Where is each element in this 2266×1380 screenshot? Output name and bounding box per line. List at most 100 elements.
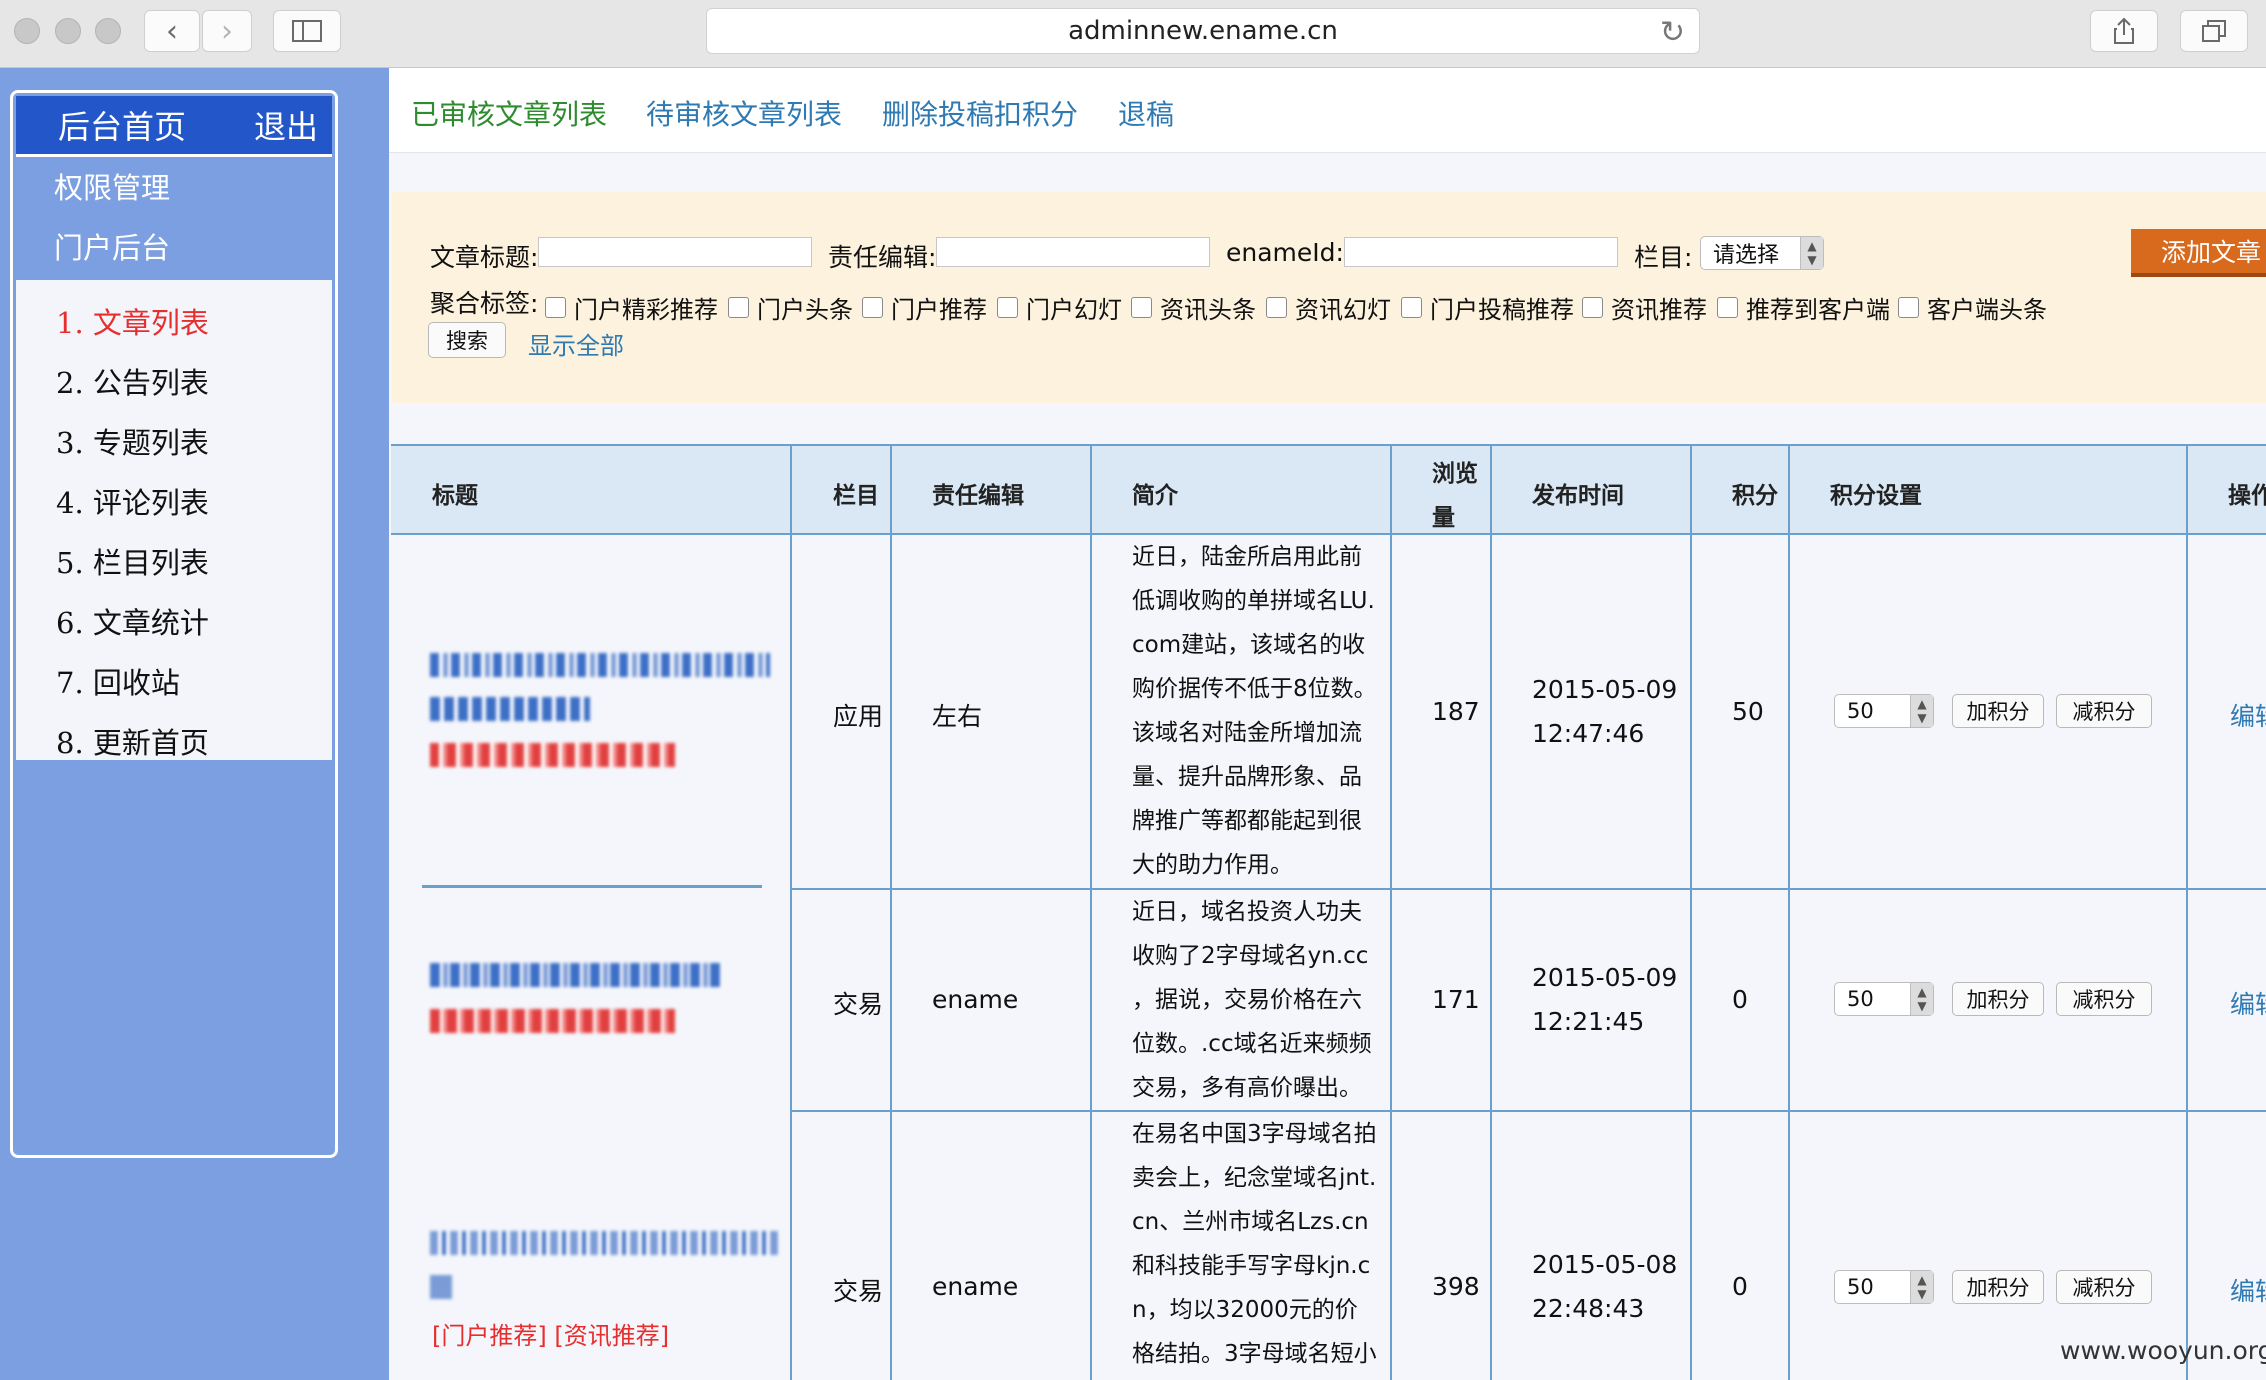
tag-checkbox[interactable]: 门户推荐 [862,290,987,325]
sidebar-section-permissions[interactable]: 权限管理 [16,157,332,215]
subtract-points-button[interactable]: 减积分 [2056,694,2152,728]
editor-filter-input[interactable] [936,237,1210,267]
header-editor: 责任编辑 [932,483,1024,509]
row-date: 2015-05-09 [1532,675,1678,704]
close-window-icon[interactable] [14,18,40,44]
title-filter-input[interactable] [538,237,812,267]
sidebar-section-portal[interactable]: 门户后台 [16,217,332,275]
zoom-window-icon[interactable] [95,18,121,44]
column-divider [1390,444,1392,1380]
subtract-points-button[interactable]: 减积分 [2056,982,2152,1016]
checkbox-icon[interactable] [1131,297,1152,318]
column-select[interactable]: 请选择 ▲ ▼ [1700,236,1824,270]
tag-checkbox[interactable]: 门户幻灯 [997,290,1122,325]
row-editor: 左右 [932,702,983,731]
edit-link[interactable]: 编辑 [2230,1272,2266,1308]
sidebar-item-recycle-bin[interactable]: 7. 回收站 [56,660,180,702]
points-select[interactable]: 50 ▲ ▼ [1834,982,1934,1016]
sidebar-icon[interactable] [273,10,341,52]
tag-checkbox[interactable]: 资讯头条 [1131,290,1256,325]
minimize-window-icon[interactable] [55,18,81,44]
tab-bar: 已审核文章列表 待审核文章列表 删除投稿扣积分 退稿 [389,68,2266,153]
share-icon[interactable] [2090,10,2158,52]
row-intro: 在易名中国3字母域名拍 卖会上，纪念堂域名jnt. cn、兰州市域名Lzs.cn… [1132,1121,1377,1367]
sidebar-item-articles[interactable]: 1. 文章列表 [56,300,209,342]
enameid-filter-input[interactable] [1344,237,1618,267]
redacted-title[interactable] [430,697,590,721]
row-points: 0 [1732,1272,1748,1301]
add-points-button[interactable]: 加积分 [1952,982,2044,1016]
points-select[interactable]: 50 ▲ ▼ [1834,694,1934,728]
checkbox-icon[interactable] [1898,297,1919,318]
header-points-setting: 积分设置 [1830,483,1922,509]
checkbox-icon[interactable] [1401,297,1422,318]
tag-checkbox[interactable]: 门户投稿推荐 [1401,290,1574,325]
row-editor: ename [932,1272,1019,1301]
column-select-value: 请选择 [1713,243,1780,268]
tag-checkbox[interactable]: 资讯幻灯 [1266,290,1391,325]
sidebar: 后台首页 退出 权限管理 门户后台 1. 文章列表 2. 公告列表 3. 专题列… [10,90,338,1158]
edit-link[interactable]: 编辑 [2230,985,2266,1021]
sidebar-item-comments[interactable]: 4. 评论列表 [56,480,209,522]
redacted-title[interactable] [430,1275,452,1299]
row-tags: [门户推荐] [资讯推荐] [432,1322,670,1350]
checkbox-icon[interactable] [728,297,749,318]
row-points: 50 [1732,697,1764,726]
header-views: 浏览 [1432,461,1478,487]
tag-checkbox[interactable]: 门户精彩推荐 [545,290,718,325]
sidebar-item-notices[interactable]: 2. 公告列表 [56,360,209,402]
show-all-link[interactable]: 显示全部 [528,326,624,361]
forward-icon[interactable]: › [202,10,252,52]
tag-checkbox[interactable]: 门户头条 [728,290,853,325]
add-points-button[interactable]: 加积分 [1952,694,2044,728]
checkbox-icon[interactable] [1717,297,1738,318]
row-divider [422,885,762,888]
row-divider [790,888,2266,890]
search-button[interactable]: 搜索 [428,322,506,358]
home-link[interactable]: 后台首页 [58,102,186,148]
add-article-button[interactable]: 添加文章 [2131,229,2266,277]
edit-link[interactable]: 编辑 [2230,697,2266,733]
redacted-title[interactable] [430,653,770,677]
tag-checkbox[interactable]: 资讯推荐 [1582,290,1707,325]
enameid-filter-label: enameId: [1226,238,1344,267]
subtract-points-button[interactable]: 减积分 [2056,1270,2152,1304]
sidebar-item-columns[interactable]: 5. 栏目列表 [56,540,209,582]
column-divider [1090,444,1092,1380]
column-divider [890,444,892,1380]
redacted-title[interactable] [430,1231,780,1255]
redacted-title[interactable] [430,963,722,987]
points-select[interactable]: 50 ▲ ▼ [1834,1270,1934,1304]
tag-checkbox[interactable]: 推荐到客户端 [1717,290,1890,325]
logout-link[interactable]: 退出 [254,102,318,148]
add-points-button[interactable]: 加积分 [1952,1270,2044,1304]
header-title: 标题 [432,483,478,509]
tab-deduct-points[interactable]: 删除投稿扣积分 [882,93,1078,133]
reload-icon[interactable]: ↻ [1660,15,1685,50]
tag-checkbox[interactable]: 客户端头条 [1898,290,2047,325]
checkbox-icon[interactable] [862,297,883,318]
redacted-tags [430,743,675,767]
tab-rejected[interactable]: 退稿 [1118,93,1174,133]
checkbox-icon[interactable] [1266,297,1287,318]
checkbox-icon[interactable] [997,297,1018,318]
checkbox-icon[interactable] [1582,297,1603,318]
tags-label: 聚合标签: [430,289,539,318]
row-date: 2015-05-08 [1532,1250,1678,1279]
header-time: 发布时间 [1532,483,1624,509]
title-filter-label: 文章标题: [430,243,539,272]
row-editor: ename [932,985,1019,1014]
address-bar[interactable]: adminnew.ename.cn ↻ [706,8,1700,54]
back-icon[interactable]: ‹ [144,10,200,52]
select-arrows-icon: ▲ ▼ [1800,237,1823,269]
select-arrows-icon: ▲ ▼ [1910,695,1933,727]
sidebar-item-statistics[interactable]: 6. 文章统计 [56,600,209,642]
sidebar-item-topics[interactable]: 3. 专题列表 [56,420,209,462]
sidebar-item-update-home[interactable]: 8. 更新首页 [56,720,209,762]
tab-approved[interactable]: 已审核文章列表 [411,93,607,133]
tab-pending[interactable]: 待审核文章列表 [646,93,842,133]
row-views: 171 [1432,985,1480,1014]
column-divider [790,444,792,1380]
tabs-icon[interactable] [2180,10,2248,52]
checkbox-icon[interactable] [545,297,566,318]
